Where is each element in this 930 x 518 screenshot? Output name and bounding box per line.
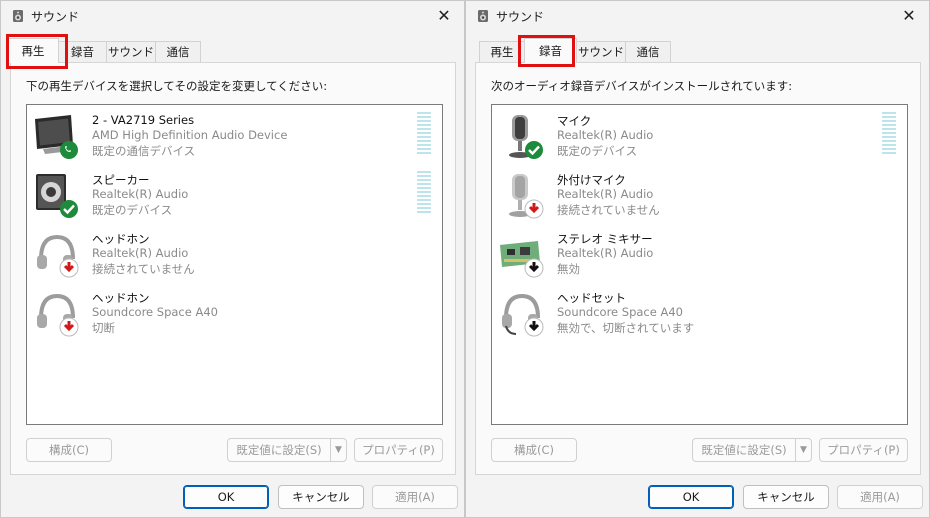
device-item[interactable]: 外付けマイク Realtek(R) Audio 接続されていません (492, 164, 907, 222)
ok-button[interactable]: OK (648, 485, 734, 509)
device-item[interactable]: ステレオ ミキサー Realtek(R) Audio 無効 (492, 223, 907, 281)
monitor-icon (35, 115, 78, 159)
device-status: 無効で、切断されています (557, 321, 695, 335)
device-list[interactable]: 2 - VA2719 Series AMD High Definition Au… (26, 104, 443, 425)
properties-button[interactable]: プロパティ(P) (354, 438, 443, 462)
circuit-board-icon (500, 241, 544, 278)
check-badge-icon (525, 141, 543, 159)
window-title: サウンド (496, 10, 545, 24)
set-default-button[interactable]: 既定値に設定(S) ▼ (227, 438, 347, 462)
highlight-box-recording-tab (518, 35, 575, 67)
sound-dialog-playback: サウンド ✕ 再生 録音 サウンド 通信 下の再生デバイスを選択してその設定を変… (0, 0, 465, 518)
close-button[interactable]: ✕ (424, 1, 464, 31)
device-status: 既定のデバイス (557, 144, 638, 158)
instruction-text: 次のオーディオ録音デバイスがインストールされています: (491, 79, 793, 93)
configure-button[interactable]: 構成(C) (491, 438, 577, 462)
device-driver: Soundcore Space A40 (92, 305, 218, 319)
device-status: 無効 (557, 262, 580, 276)
device-status: 既定のデバイス (92, 203, 173, 217)
device-name: ヘッドセット (557, 291, 626, 305)
microphone-icon (509, 174, 544, 219)
headphones-icon (37, 293, 79, 337)
properties-button[interactable]: プロパティ(P) (819, 438, 908, 462)
ok-button[interactable]: OK (183, 485, 269, 509)
level-meter (417, 112, 431, 156)
device-name: スピーカー (92, 173, 150, 187)
device-driver: AMD High Definition Audio Device (92, 128, 288, 142)
device-status: 接続されていません (557, 203, 660, 217)
set-default-label: 既定値に設定(S) (701, 443, 787, 457)
device-name: ヘッドホン (92, 232, 150, 246)
chevron-down-icon[interactable]: ▼ (795, 439, 811, 461)
tab-communications[interactable]: 通信 (155, 41, 201, 62)
device-list[interactable]: マイク Realtek(R) Audio 既定のデバイス 外付けマイク Real… (491, 104, 908, 425)
tab-panel-recording: 次のオーディオ録音デバイスがインストールされています: マイク Realtek(… (475, 62, 921, 475)
device-item[interactable]: 2 - VA2719 Series AMD High Definition Au… (27, 105, 442, 163)
check-badge-icon (60, 200, 78, 218)
device-item[interactable]: ヘッドホン Soundcore Space A40 切断 (27, 282, 442, 340)
device-driver: Realtek(R) Audio (557, 128, 654, 142)
cancel-button[interactable]: キャンセル (278, 485, 364, 509)
apply-button[interactable]: 適用(A) (372, 485, 458, 509)
device-status: 既定の通信デバイス (92, 144, 196, 158)
device-item[interactable]: マイク Realtek(R) Audio 既定のデバイス (492, 105, 907, 163)
microphone-icon (509, 115, 543, 159)
device-name: ヘッドホン (92, 291, 150, 305)
apply-button[interactable]: 適用(A) (837, 485, 923, 509)
device-item[interactable]: ヘッドセット Soundcore Space A40 無効で、切断されています (492, 282, 907, 340)
set-default-button[interactable]: 既定値に設定(S) ▼ (692, 438, 812, 462)
speaker-app-icon (478, 10, 488, 22)
instruction-text: 下の再生デバイスを選択してその設定を変更してください: (26, 79, 328, 93)
window-title: サウンド (31, 10, 80, 24)
chevron-down-icon[interactable]: ▼ (330, 439, 346, 461)
speaker-app-icon (13, 10, 23, 22)
sound-dialog-recording: サウンド ✕ 再生 録音 サウンド 通信 次のオーディオ録音デバイスがインストー… (465, 0, 930, 518)
phone-check-badge-icon (60, 141, 78, 159)
title-bar[interactable]: サウンド ✕ (466, 1, 929, 31)
close-button[interactable]: ✕ (889, 1, 929, 31)
device-name: 外付けマイク (557, 173, 626, 187)
title-bar[interactable]: サウンド ✕ (1, 1, 464, 31)
set-default-label: 既定値に設定(S) (236, 443, 322, 457)
device-name: マイク (557, 114, 592, 128)
speaker-icon (36, 174, 78, 218)
device-status: 接続されていません (92, 262, 195, 276)
headset-icon (502, 293, 544, 337)
device-driver: Soundcore Space A40 (557, 305, 683, 319)
device-item[interactable]: ヘッドホン Realtek(R) Audio 接続されていません (27, 223, 442, 281)
level-meter (417, 171, 431, 215)
device-name: ステレオ ミキサー (557, 232, 653, 246)
headphones-icon (37, 234, 79, 278)
highlight-box-playback-tab (6, 34, 68, 69)
tab-communications[interactable]: 通信 (625, 41, 671, 62)
device-driver: Realtek(R) Audio (92, 187, 189, 201)
device-status: 切断 (92, 321, 115, 335)
level-meter (882, 112, 896, 156)
tab-sounds[interactable]: サウンド (576, 41, 626, 62)
device-driver: Realtek(R) Audio (557, 187, 654, 201)
tab-panel-playback: 下の再生デバイスを選択してその設定を変更してください: 2 - VA2719 S… (10, 62, 456, 475)
cancel-button[interactable]: キャンセル (743, 485, 829, 509)
device-driver: Realtek(R) Audio (557, 246, 654, 260)
configure-button[interactable]: 構成(C) (26, 438, 112, 462)
device-item[interactable]: スピーカー Realtek(R) Audio 既定のデバイス (27, 164, 442, 222)
device-driver: Realtek(R) Audio (92, 246, 189, 260)
device-name: 2 - VA2719 Series (92, 113, 195, 127)
tab-sounds[interactable]: サウンド (106, 41, 156, 62)
